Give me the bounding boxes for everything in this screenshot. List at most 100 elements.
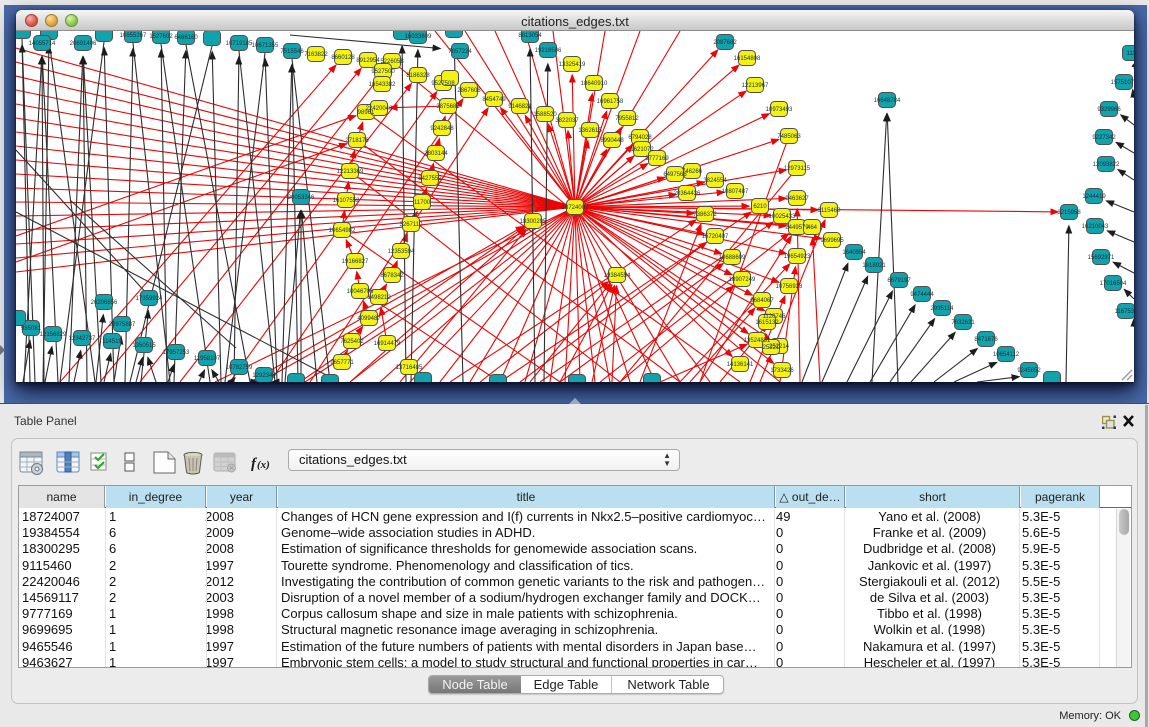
svg-text:20691406: 20691406 [70,41,97,47]
svg-text:10807487: 10807487 [722,189,749,195]
svg-text:12213369: 12213369 [337,169,364,175]
svg-text:13716485: 13716485 [396,365,423,371]
svg-text:8186328: 8186328 [406,73,430,79]
svg-text:8454749: 8454749 [482,97,506,103]
svg-text:9657771: 9657771 [330,360,354,366]
svg-text:6210: 6210 [753,204,767,210]
svg-text:26206856: 26206856 [91,300,118,306]
svg-text:10719185: 10719185 [226,41,253,47]
svg-text:9474444: 9474444 [910,292,934,298]
svg-text:1527602: 1527602 [149,34,173,40]
svg-text:17957253: 17957253 [163,350,190,356]
svg-text:10688609: 10688609 [719,255,746,261]
svg-text:9329966: 9329966 [1097,107,1121,113]
svg-text:14055714: 14055714 [29,41,56,47]
svg-text:10654112: 10654112 [993,352,1020,358]
svg-text:13325419: 13325419 [559,62,586,68]
svg-text:1640954: 1640954 [842,250,866,256]
svg-text:16107552: 16107552 [333,198,360,204]
svg-text:9245652: 9245652 [1017,368,1041,374]
svg-text:6466160: 6466160 [174,35,198,41]
svg-text:5226058: 5226058 [380,59,404,65]
svg-text:16648784: 16648784 [874,98,901,104]
svg-text:3267110: 3267110 [400,222,424,228]
svg-text:1733426: 1733426 [770,368,794,374]
svg-text:9463627: 9463627 [785,196,809,202]
svg-text:8471676: 8471676 [974,337,998,343]
svg-text:19166827: 19166827 [342,259,369,265]
svg-text:7386372: 7386372 [693,212,717,218]
svg-text:114519: 114519 [102,339,122,345]
svg-text:20975887: 20975887 [109,322,136,328]
svg-text:7955812: 7955812 [615,116,639,122]
svg-text:17016504: 17016504 [1100,281,1127,287]
svg-text:17359924: 17359924 [136,296,163,302]
svg-text:1615132: 1615132 [755,320,779,326]
svg-text:9527500: 9527500 [371,69,395,75]
svg-text:3824554: 3824554 [703,178,727,184]
svg-text:12093822: 12093822 [1093,162,1120,168]
svg-text:9684067: 9684067 [750,298,774,304]
svg-text:1292344: 1292344 [252,373,276,379]
svg-text:1918921: 1918921 [862,263,886,269]
svg-text:8813054: 8813054 [518,33,542,39]
svg-text:6679197: 6679197 [887,278,911,284]
svg-text:1244419: 1244419 [1082,194,1106,200]
svg-text:15692971: 15692971 [1088,255,1115,261]
svg-text:10025433: 10025433 [769,214,796,220]
svg-text:12342737: 12342737 [69,336,96,342]
svg-text:12353594: 12353594 [388,249,415,255]
svg-text:10654982: 10654982 [329,228,356,234]
svg-text:2803144: 2803144 [424,151,448,157]
svg-text:2718176: 2718176 [345,138,369,144]
svg-text:1621072: 1621072 [630,147,654,153]
svg-text:2867608: 2867608 [457,88,481,94]
svg-text:18640910: 18640910 [581,81,608,87]
svg-text:6794028: 6794028 [628,135,652,141]
svg-text:7857224: 7857224 [448,49,472,55]
svg-text:3215958: 3215958 [1057,210,1081,216]
svg-text:7163822: 7163822 [304,52,328,58]
svg-text:19384554: 19384554 [604,273,631,279]
svg-text:2935114: 2935114 [931,306,955,312]
svg-text:1167533: 1167533 [1115,309,1134,315]
svg-text:7515546: 7515546 [280,49,304,55]
svg-text:18300295: 18300295 [520,219,547,225]
svg-text:22420046: 22420046 [366,106,393,112]
svg-text:11700: 11700 [414,200,431,206]
svg-text:1362615: 1362615 [578,128,602,134]
svg-text:18724007: 18724007 [562,205,589,211]
svg-text:10671355: 10671355 [252,43,279,49]
svg-text:464: 464 [807,225,818,231]
svg-text:13524851: 13524851 [744,338,771,344]
svg-text:8660128: 8660128 [331,55,355,61]
svg-text:16210043: 16210043 [1082,224,1109,230]
svg-text:8678342: 8678342 [380,273,404,279]
svg-text:9146821: 9146821 [508,104,532,110]
svg-text:1588520: 1588520 [533,112,557,118]
svg-text:3822037: 3822037 [555,118,579,124]
svg-text:985081: 985081 [21,326,42,332]
svg-text:10973493: 10973493 [766,107,793,113]
svg-text:11958107: 11958107 [194,356,221,362]
svg-text:8990448: 8990448 [600,138,624,144]
svg-text:7625402: 7625402 [340,339,364,345]
svg-text:7485063: 7485063 [777,134,801,140]
svg-text:111: 111 [1126,51,1134,57]
svg-text:16914479: 16914479 [374,341,401,347]
svg-text:1498212: 1498212 [367,295,391,301]
svg-text:12156829: 12156829 [40,332,67,338]
svg-text:16154808: 16154808 [734,56,761,62]
svg-text:20053346: 20053346 [288,195,315,201]
svg-text:25221: 25221 [763,345,780,351]
svg-text:9115460: 9115460 [818,208,842,214]
svg-text:16961758: 16961758 [597,99,624,105]
svg-text:2449579: 2449579 [785,225,809,231]
svg-text:12973115: 12973115 [784,166,811,172]
svg-text:(x): (x) [257,459,270,471]
svg-text:12213967: 12213967 [742,83,769,89]
svg-text:9777169: 9777169 [645,156,669,162]
svg-text:4099487: 4099487 [357,316,381,322]
svg-text:9527508: 9527508 [431,81,455,87]
svg-text:18907249: 18907249 [729,277,756,283]
